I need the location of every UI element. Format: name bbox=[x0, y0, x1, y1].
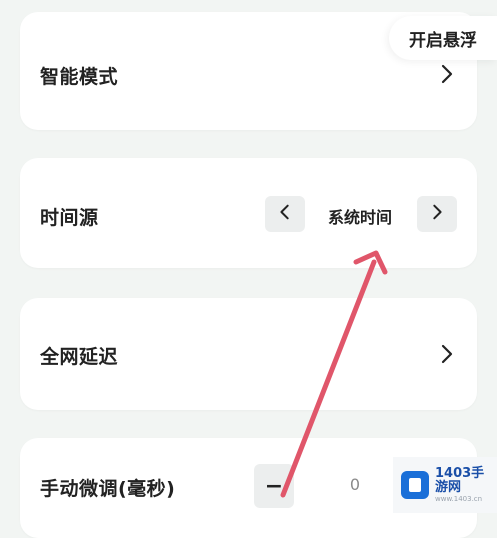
time-source-value: 系统时间 bbox=[327, 208, 392, 227]
manual-adjust-value: 0 bbox=[349, 475, 361, 494]
time-source-label: 时间源 bbox=[40, 207, 99, 229]
time-source-row: 时间源 系统时间 bbox=[20, 158, 477, 268]
enable-float-button[interactable]: 开启悬浮 bbox=[389, 16, 497, 60]
watermark: 1403手游网 www.1403.cn bbox=[393, 457, 497, 513]
chevron-right-icon bbox=[437, 344, 457, 364]
watermark-logo-icon bbox=[401, 471, 429, 499]
network-delay-label: 全网延迟 bbox=[40, 346, 119, 368]
smart-mode-label: 智能模式 bbox=[40, 66, 119, 88]
watermark-sub: www.1403.cn bbox=[435, 495, 483, 504]
watermark-name: 1403手游网 bbox=[435, 465, 485, 495]
network-delay-row[interactable]: 全网延迟 bbox=[20, 298, 477, 410]
manual-adjust-label: 手动微调(毫秒) bbox=[40, 478, 176, 500]
chevron-right-icon bbox=[428, 203, 446, 225]
chevron-right-icon bbox=[437, 64, 457, 84]
chevron-left-icon bbox=[276, 203, 294, 225]
time-source-next-button[interactable] bbox=[417, 196, 457, 232]
decrease-button[interactable]: − bbox=[254, 464, 294, 508]
time-source-prev-button[interactable] bbox=[265, 196, 305, 232]
